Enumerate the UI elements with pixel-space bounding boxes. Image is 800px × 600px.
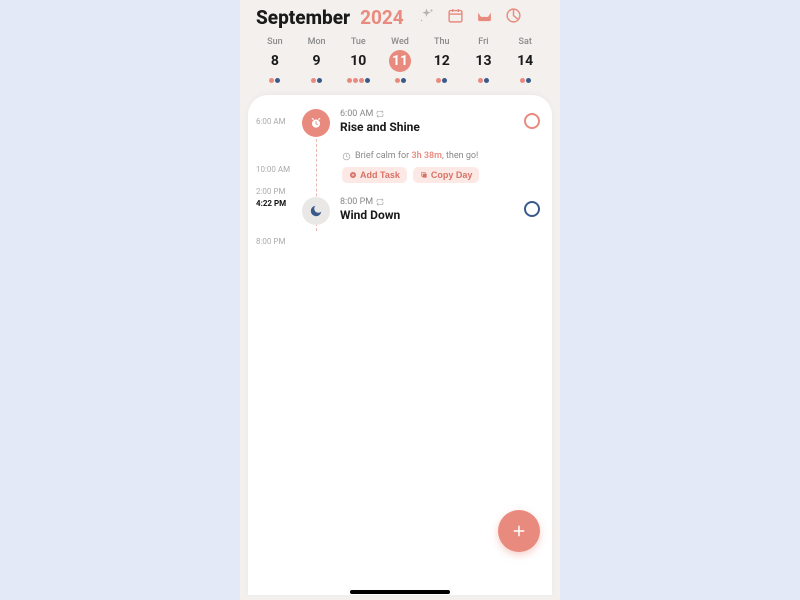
day-col-sat[interactable]: Sat 14 bbox=[504, 37, 546, 85]
day-dots bbox=[269, 75, 280, 85]
event-dot bbox=[269, 78, 274, 83]
time-mark: 10:00 AM bbox=[256, 165, 290, 174]
day-name: Mon bbox=[308, 37, 326, 47]
repeat-icon bbox=[376, 198, 384, 206]
year-label[interactable]: 2024 bbox=[360, 6, 404, 29]
day-col-tue[interactable]: Tue 10 bbox=[337, 37, 379, 85]
event-time-label: 6:00 AM bbox=[340, 109, 373, 119]
day-dots bbox=[436, 75, 447, 85]
event-dot bbox=[436, 78, 441, 83]
event-dot bbox=[526, 78, 531, 83]
current-time-indicator: 4:22 PM bbox=[256, 199, 286, 208]
sparkle-icon[interactable] bbox=[418, 7, 435, 28]
complete-checkbox[interactable] bbox=[524, 113, 540, 129]
day-col-sun[interactable]: Sun 8 bbox=[254, 37, 296, 85]
phone-frame: September 2024 Sun 8 Mon 9 Tue 10 Wed 11 Thu 12 Fr… bbox=[240, 0, 560, 600]
event-dot bbox=[520, 78, 525, 83]
day-col-mon[interactable]: Mon 9 bbox=[296, 37, 338, 85]
gap-duration: 3h 38m bbox=[411, 151, 442, 161]
chart-icon[interactable] bbox=[505, 7, 522, 28]
event-dot bbox=[347, 78, 352, 83]
event-dot bbox=[395, 78, 400, 83]
day-col-fri[interactable]: Fri 13 bbox=[463, 37, 505, 85]
inbox-icon[interactable] bbox=[476, 7, 493, 28]
event-dot bbox=[353, 78, 358, 83]
gap-block: Brief calm for 3h 38m, then go! Add Task… bbox=[342, 151, 540, 183]
plus-circle-icon bbox=[349, 171, 357, 179]
calendar-header: September 2024 Sun 8 Mon 9 Tue 10 Wed 11 Thu 12 Fr… bbox=[240, 0, 560, 89]
copy-icon bbox=[420, 171, 428, 179]
day-dots bbox=[311, 75, 322, 85]
day-number: 9 bbox=[306, 50, 328, 72]
repeat-icon bbox=[376, 110, 384, 118]
event-dot bbox=[401, 78, 406, 83]
add-task-button[interactable]: Add Task bbox=[342, 167, 407, 183]
time-mark: 8:00 PM bbox=[256, 237, 285, 246]
time-mark: 2:00 PM bbox=[256, 187, 285, 196]
time-mark: 6:00 AM bbox=[256, 117, 286, 126]
event-title: Rise and Shine bbox=[340, 120, 514, 134]
day-col-wed[interactable]: Wed 11 bbox=[379, 37, 421, 85]
event-dot bbox=[311, 78, 316, 83]
event-dot bbox=[359, 78, 364, 83]
day-number: 10 bbox=[347, 50, 369, 72]
day-name: Wed bbox=[391, 37, 409, 47]
day-name: Thu bbox=[434, 37, 450, 47]
day-number: 8 bbox=[264, 50, 286, 72]
event-title: Wind Down bbox=[340, 208, 514, 222]
event-dot bbox=[317, 78, 322, 83]
plus-icon bbox=[510, 522, 528, 540]
day-dots bbox=[478, 75, 489, 85]
moon-icon bbox=[302, 197, 330, 225]
day-number: 13 bbox=[472, 50, 494, 72]
event-dot bbox=[275, 78, 280, 83]
calendar-icon[interactable] bbox=[447, 7, 464, 28]
day-dots bbox=[395, 75, 406, 85]
day-number: 11 bbox=[389, 50, 411, 72]
month-label[interactable]: September bbox=[256, 6, 350, 29]
week-row: Sun 8 Mon 9 Tue 10 Wed 11 Thu 12 Fri 13 Sat 14 bbox=[252, 37, 548, 85]
alarm-icon bbox=[302, 109, 330, 137]
clock-icon bbox=[342, 152, 351, 161]
day-number: 12 bbox=[431, 50, 453, 72]
day-number: 14 bbox=[514, 50, 536, 72]
complete-checkbox[interactable] bbox=[524, 201, 540, 217]
home-indicator[interactable] bbox=[350, 590, 450, 594]
gap-suffix: , then go! bbox=[442, 151, 478, 161]
event-time-label: 8:00 PM bbox=[340, 197, 373, 207]
gap-prefix: Brief calm for bbox=[355, 151, 411, 161]
day-col-thu[interactable]: Thu 12 bbox=[421, 37, 463, 85]
day-name: Sun bbox=[267, 37, 282, 47]
day-name: Fri bbox=[478, 37, 488, 47]
add-fab-button[interactable] bbox=[498, 510, 540, 552]
day-dots bbox=[520, 75, 531, 85]
day-name: Sat bbox=[519, 37, 532, 47]
event-wind-down[interactable]: 8:00 PM Wind Down bbox=[300, 197, 540, 225]
event-dot bbox=[484, 78, 489, 83]
day-name: Tue bbox=[351, 37, 366, 47]
event-rise-and-shine[interactable]: 6:00 AM Rise and Shine bbox=[300, 109, 540, 137]
event-dot bbox=[478, 78, 483, 83]
event-dot bbox=[365, 78, 370, 83]
event-dot bbox=[442, 78, 447, 83]
day-dots bbox=[347, 75, 370, 85]
copy-day-button[interactable]: Copy Day bbox=[413, 167, 480, 183]
